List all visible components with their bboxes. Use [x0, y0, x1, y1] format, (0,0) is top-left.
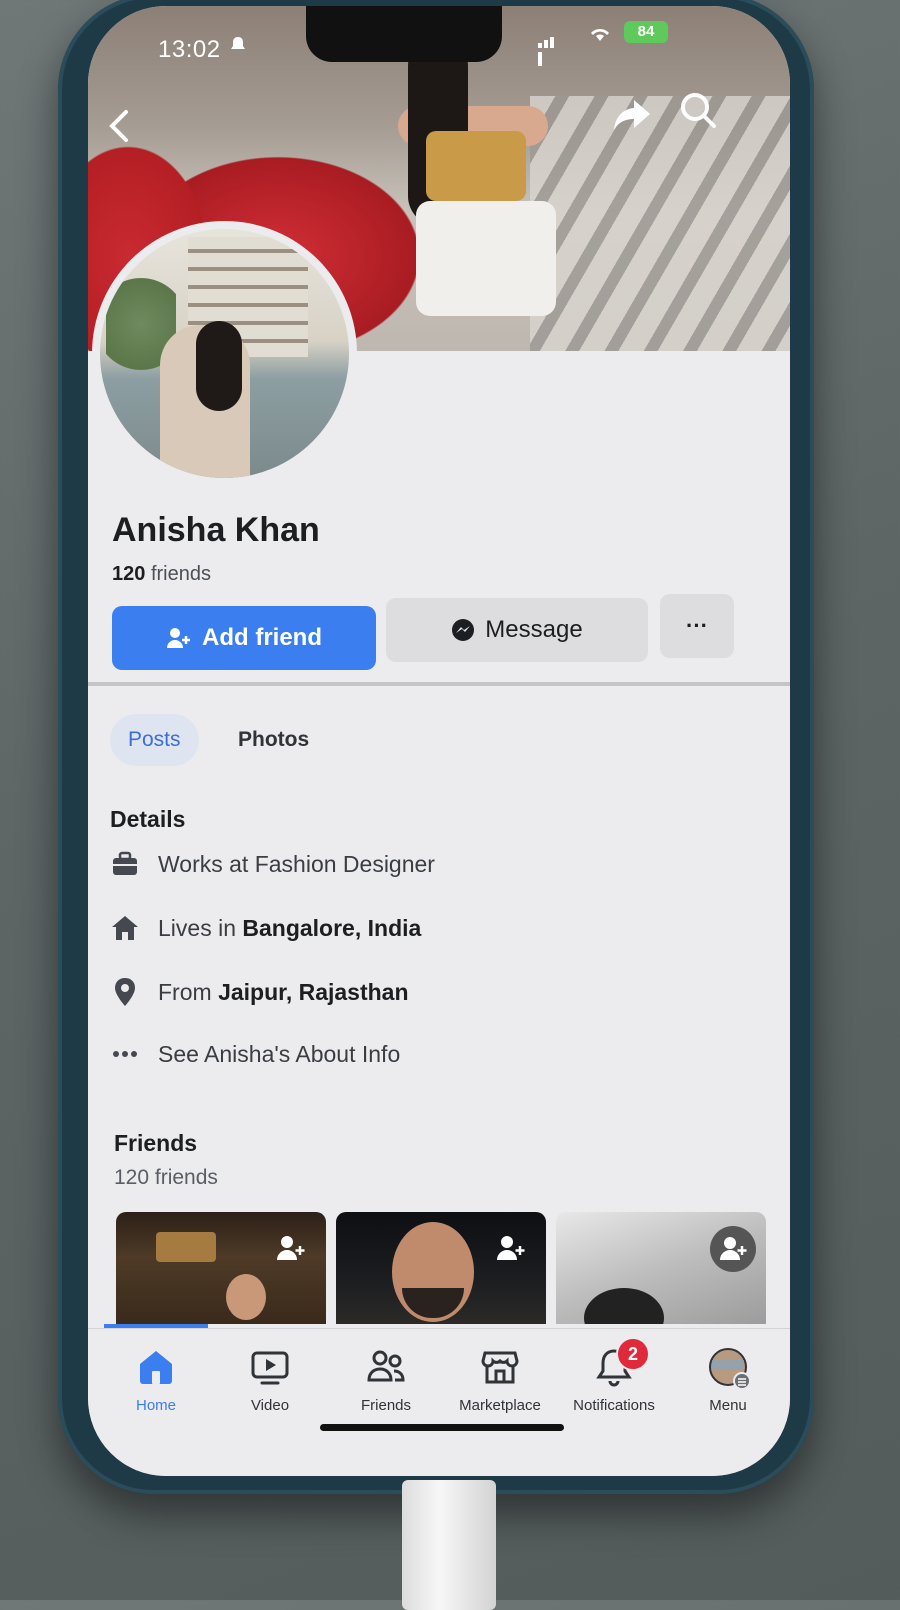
friend-background [156, 1232, 216, 1262]
nav-video[interactable]: Video [210, 1347, 330, 1414]
friend-card[interactable] [116, 1212, 326, 1324]
message-button[interactable]: Message [386, 598, 648, 662]
add-friend-small-icon[interactable] [276, 1234, 310, 1268]
see-about-info-label: See Anisha's About Info [158, 1040, 401, 1067]
detail-work-text: Works at Fashion Designer [158, 850, 435, 877]
more-options-icon: ··· [686, 613, 708, 638]
search-icon[interactable] [676, 88, 720, 132]
details-heading: Details [110, 806, 186, 832]
nav-notifications-label: Notifications [573, 1397, 655, 1414]
detail-lives: Lives in Bangalore, India [110, 908, 421, 948]
more-options-button[interactable]: ··· [660, 594, 734, 658]
add-friend-label: Add friend [202, 624, 322, 651]
profile-friends-count[interactable]: 120 friends [112, 563, 211, 586]
detail-work: Works at Fashion Designer [110, 844, 435, 884]
friends-heading: Friends [114, 1130, 198, 1156]
add-friend-button[interactable]: Add friend [112, 606, 376, 670]
friends-count-label: friends [150, 563, 211, 585]
bell-icon: 2 [594, 1337, 650, 1387]
section-divider [88, 682, 790, 686]
nav-menu[interactable]: Menu [668, 1347, 788, 1414]
friend-hair [584, 1288, 664, 1324]
detail-from: From Jaipur, Rajasthan [110, 972, 409, 1012]
cover-person [388, 36, 556, 346]
dynamic-island [306, 6, 502, 62]
message-label: Message [485, 616, 583, 643]
marketplace-icon [480, 1347, 520, 1387]
nav-home[interactable]: Home [96, 1347, 216, 1414]
friends-subtitle: 120 friends [114, 1166, 218, 1189]
add-friend-small-icon[interactable] [710, 1226, 756, 1272]
cover-background [530, 96, 790, 351]
nav-marketplace-label: Marketplace [459, 1397, 541, 1414]
cover-person-top [426, 131, 526, 201]
silent-bell-icon [230, 36, 245, 50]
briefcase-icon [110, 849, 140, 879]
charging-cable [402, 1480, 496, 1610]
avatar-person-hair [196, 321, 242, 411]
ellipsis-icon [110, 1039, 140, 1069]
friends-count-number: 120 [112, 563, 146, 585]
detail-from-text: From Jaipur, Rajasthan [158, 979, 409, 1006]
home-icon [136, 1347, 176, 1387]
nav-home-label: Home [135, 1397, 176, 1414]
tab-posts[interactable]: Posts [110, 714, 199, 766]
nav-friends-label: Friends [360, 1397, 412, 1414]
avatar-menu-icon [708, 1347, 751, 1390]
friends-icon [366, 1347, 406, 1387]
profile-name: Anisha Khan [112, 511, 320, 549]
back-icon[interactable] [104, 106, 144, 146]
friend-card[interactable] [556, 1212, 766, 1324]
notification-badge: 2 [616, 1337, 650, 1371]
signal-icon [538, 30, 560, 66]
cover-person-shorts [416, 201, 556, 316]
bottom-navigation: Home Video Friends Marketplace 2 Notific… [88, 1328, 790, 1476]
home-icon [110, 913, 140, 943]
tab-photos[interactable]: Photos [220, 714, 327, 766]
phone-screen: 13:02 84 Anisha Khan 120 friends Add fri… [88, 6, 790, 1476]
profile-picture[interactable] [92, 221, 357, 486]
detail-lives-value[interactable]: Bangalore, India [242, 915, 421, 941]
nav-friends[interactable]: Friends [326, 1347, 446, 1414]
add-friend-icon [167, 628, 190, 648]
detail-from-value[interactable]: Jaipur, Rajasthan [218, 979, 408, 1005]
friend-card[interactable] [336, 1212, 546, 1324]
share-icon[interactable] [610, 94, 654, 134]
nav-video-label: Video [250, 1397, 290, 1414]
wifi-icon [588, 24, 612, 48]
home-indicator[interactable] [320, 1424, 564, 1431]
profile-picture-image [100, 229, 349, 478]
see-about-info-link[interactable]: See Anisha's About Info [110, 1034, 400, 1074]
battery-indicator: 84 [624, 21, 668, 43]
detail-from-prefix: From [158, 978, 212, 1005]
status-time: 13:02 [158, 36, 221, 63]
nav-notifications[interactable]: 2 Notifications [554, 1337, 674, 1414]
nav-menu-label: Menu [709, 1397, 747, 1414]
add-friend-small-icon[interactable] [496, 1234, 530, 1268]
nav-marketplace[interactable]: Marketplace [440, 1347, 560, 1414]
friend-face [226, 1274, 266, 1320]
video-icon [250, 1347, 290, 1387]
location-pin-icon [110, 977, 140, 1007]
detail-lives-prefix: Lives in [158, 914, 236, 941]
messenger-icon [452, 619, 475, 641]
detail-lives-text: Lives in Bangalore, India [158, 915, 421, 942]
